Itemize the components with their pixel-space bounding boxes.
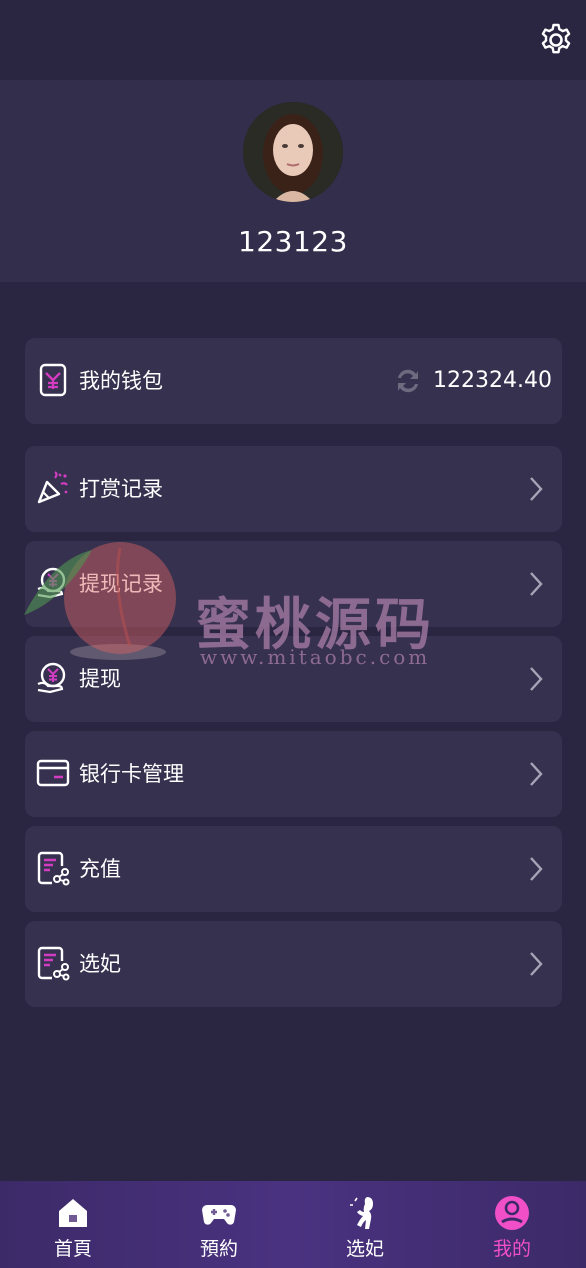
wallet-card[interactable]: 我的钱包 122324.40 [25,338,562,424]
bank-card-icon [36,759,70,787]
profile-header: 123123 [0,80,586,282]
tab-label: 选妃 [345,1238,384,1260]
document-link-icon [37,946,70,981]
tab-select[interactable]: 选妃 [292,1181,438,1268]
gear-icon[interactable] [538,22,574,58]
menu-item-label: 打赏记录 [79,477,163,501]
tab-mine[interactable]: 我的 [439,1181,585,1268]
chevron-right-icon [530,477,543,501]
home-icon [59,1199,87,1227]
chevron-right-icon [530,762,543,786]
menu-item-label: 提现记录 [79,572,163,596]
tab-booking[interactable]: 預約 [146,1181,292,1268]
menu-item-select-concubine[interactable]: 选妃 [25,921,562,1007]
wallet-icon [39,363,67,397]
refresh-icon[interactable] [392,365,424,397]
tab-label: 預約 [199,1238,238,1260]
avatar[interactable] [243,102,343,202]
gamepad-icon [202,1205,236,1225]
username: 123123 [238,225,348,258]
party-popper-icon [37,471,68,504]
avatar-image [243,102,343,202]
yuan-hand-icon [37,567,66,599]
menu-item-recharge[interactable]: 充值 [25,826,562,912]
top-bar [0,0,586,80]
tab-label: 我的 [492,1238,531,1260]
menu-item-tip-records[interactable]: 打赏记录 [25,446,562,532]
chevron-right-icon [530,857,543,881]
menu-item-bank-card[interactable]: 银行卡管理 [25,731,562,817]
wallet-balance: 122324.40 [433,368,552,393]
menu-item-label: 银行卡管理 [79,762,184,786]
menu-item-label: 充值 [79,857,121,881]
menu-item-label: 提现 [79,667,121,691]
chevron-right-icon [530,952,543,976]
wallet-label: 我的钱包 [79,369,163,393]
user-icon [495,1196,529,1230]
woman-silhouette-icon [350,1197,373,1229]
menu-item-label: 选妃 [79,952,121,976]
chevron-right-icon [530,667,543,691]
document-link-icon [37,851,70,886]
tab-label: 首頁 [53,1238,92,1260]
yuan-hand-icon [37,662,66,694]
watermark-url: www.mitaobc.com [200,645,431,669]
bottom-tab-bar: 首頁 預約 选妃 我的 [0,1181,586,1268]
tab-home[interactable]: 首頁 [0,1181,146,1268]
chevron-right-icon [530,572,543,596]
